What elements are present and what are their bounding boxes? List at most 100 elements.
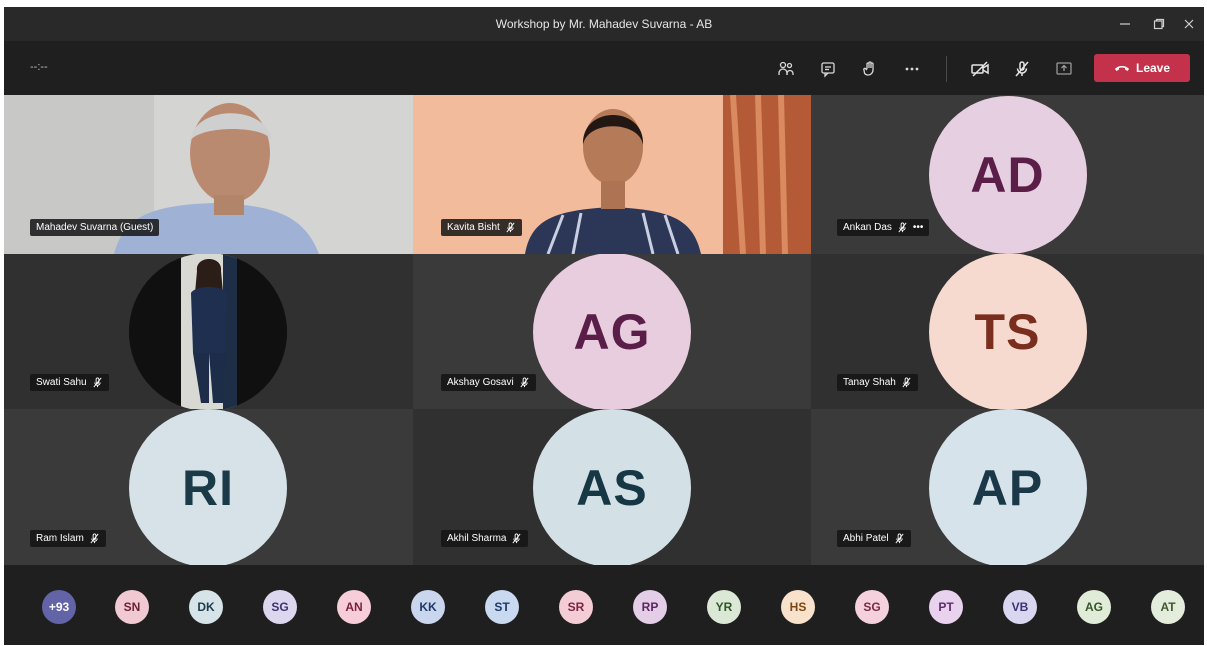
participant-name: Tanay Shah — [843, 377, 896, 388]
title-bar: Workshop by Mr. Mahadev Suvarna - AB — [4, 7, 1204, 41]
participant-chip[interactable]: VB — [1003, 590, 1037, 624]
overflow-participants-chip[interactable]: +93 — [42, 590, 76, 624]
chip-initials: VB — [1011, 600, 1029, 614]
avatar-initials: AG — [573, 304, 651, 360]
leave-button[interactable]: Leave — [1094, 54, 1190, 82]
participant-chip[interactable]: AT — [1151, 590, 1185, 624]
participant-name: Akshay Gosavi — [447, 377, 514, 388]
more-options-icon[interactable]: ••• — [913, 222, 924, 233]
participant-avatar: AG — [533, 254, 691, 409]
participant-avatar: RI — [129, 409, 287, 565]
chip-initials: SR — [567, 600, 585, 614]
participant-roster: +93 SN DK SG AN KK ST SR RP YR HS SG PT … — [4, 565, 1204, 645]
participant-chip[interactable]: AN — [337, 590, 371, 624]
participant-chip[interactable]: HS — [781, 590, 815, 624]
participant-name: Kavita Bisht — [447, 222, 500, 233]
participant-name-tag: Abhi Patel — [837, 530, 911, 547]
participant-chip[interactable]: YR — [707, 590, 741, 624]
participant-name: Mahadev Suvarna (Guest) — [36, 222, 154, 233]
participant-name-tag: Ankan Das ••• — [837, 219, 930, 236]
phone-hangup-icon — [1114, 66, 1129, 71]
chip-initials: KK — [419, 600, 437, 614]
mic-muted-icon — [898, 222, 907, 233]
participant-name-tag: Ram Islam — [30, 530, 106, 547]
participant-name: Swati Sahu — [36, 377, 87, 388]
mic-off-icon[interactable] — [1008, 55, 1036, 83]
participant-chip[interactable]: SG — [263, 590, 297, 624]
participant-name: Ankan Das — [843, 222, 892, 233]
maximize-icon[interactable] — [1142, 7, 1176, 41]
participant-tile[interactable]: AG Akshay Gosavi — [413, 254, 811, 409]
chip-initials: SG — [271, 600, 289, 614]
participant-tile[interactable]: AD Ankan Das ••• — [811, 95, 1204, 254]
participant-avatar: AS — [533, 409, 691, 565]
participant-tile[interactable]: Mahadev Suvarna (Guest) — [4, 95, 413, 254]
participant-chip[interactable]: KK — [411, 590, 445, 624]
participant-chip[interactable]: SN — [115, 590, 149, 624]
chip-initials: ST — [494, 600, 510, 614]
participants-icon[interactable] — [772, 55, 800, 83]
chip-initials: RP — [641, 600, 659, 614]
mic-muted-icon — [93, 377, 102, 388]
chip-initials: AG — [1085, 600, 1103, 614]
avatar-initials: AP — [971, 460, 1044, 516]
share-screen-icon[interactable] — [1050, 55, 1078, 83]
chip-initials: SN — [123, 600, 141, 614]
participant-name: Akhil Sharma — [447, 533, 507, 544]
participant-avatar: TS — [928, 254, 1087, 409]
avatar-initials: AS — [576, 460, 648, 516]
mic-muted-icon — [895, 533, 904, 544]
chip-initials: SG — [863, 600, 881, 614]
participant-tile[interactable]: TS Tanay Shah — [811, 254, 1204, 409]
mic-muted-icon — [902, 377, 911, 388]
participant-tile[interactable]: RI Ram Islam — [4, 409, 413, 565]
chat-icon[interactable] — [814, 55, 842, 83]
participant-name-tag: Akshay Gosavi — [441, 374, 536, 391]
participant-photo — [129, 254, 287, 409]
close-icon[interactable] — [1172, 7, 1204, 41]
participant-chip[interactable]: DK — [189, 590, 223, 624]
window-title: Workshop by Mr. Mahadev Suvarna - AB — [495, 17, 713, 31]
participant-chip[interactable]: RP — [633, 590, 667, 624]
participant-avatar: AP — [928, 409, 1087, 565]
toolbar-divider — [946, 56, 947, 82]
chip-initials: AN — [345, 600, 363, 614]
participant-name-tag: Tanay Shah — [837, 374, 918, 391]
minimize-icon[interactable] — [1108, 7, 1142, 41]
participant-chip[interactable]: AG — [1077, 590, 1111, 624]
participant-name: Abhi Patel — [843, 533, 889, 544]
chip-initials: DK — [197, 600, 215, 614]
chip-initials: AT — [1160, 600, 1176, 614]
avatar-initials: RI — [182, 460, 234, 516]
leave-label: Leave — [1135, 61, 1171, 75]
participant-chip[interactable]: SG — [855, 590, 889, 624]
avatar-initials: TS — [974, 304, 1041, 360]
participant-name: Ram Islam — [36, 533, 84, 544]
chip-initials: +93 — [48, 600, 70, 614]
camera-off-icon[interactable] — [966, 55, 994, 83]
participant-tile[interactable]: Kavita Bisht — [413, 95, 811, 254]
participant-tile[interactable]: AS Akhil Sharma — [413, 409, 811, 565]
mic-muted-icon — [90, 533, 99, 544]
mic-muted-icon — [512, 533, 521, 544]
mic-muted-icon — [506, 222, 515, 233]
participant-chip[interactable]: PT — [929, 590, 963, 624]
participant-tile[interactable]: AP Abhi Patel — [811, 409, 1204, 565]
participant-chip[interactable]: SR — [559, 590, 593, 624]
chip-initials: HS — [789, 600, 807, 614]
participant-avatar: AD — [928, 96, 1087, 254]
more-actions-icon[interactable] — [898, 55, 926, 83]
raise-hand-icon[interactable] — [856, 55, 884, 83]
participant-tile[interactable]: Swati Sahu — [4, 254, 413, 409]
meeting-timer: --:-- — [30, 61, 48, 73]
chip-initials: YR — [715, 600, 733, 614]
participant-name-tag: Swati Sahu — [30, 374, 109, 391]
participant-name-tag: Kavita Bisht — [441, 219, 522, 236]
mic-muted-icon — [520, 377, 529, 388]
participant-name-tag: Mahadev Suvarna (Guest) — [30, 219, 160, 236]
avatar-initials: AD — [970, 147, 1045, 203]
chip-initials: PT — [938, 600, 954, 614]
teams-meeting-window: Workshop by Mr. Mahadev Suvarna - AB --:… — [4, 7, 1204, 645]
participant-chip[interactable]: ST — [485, 590, 519, 624]
participant-name-tag: Akhil Sharma — [441, 530, 529, 547]
